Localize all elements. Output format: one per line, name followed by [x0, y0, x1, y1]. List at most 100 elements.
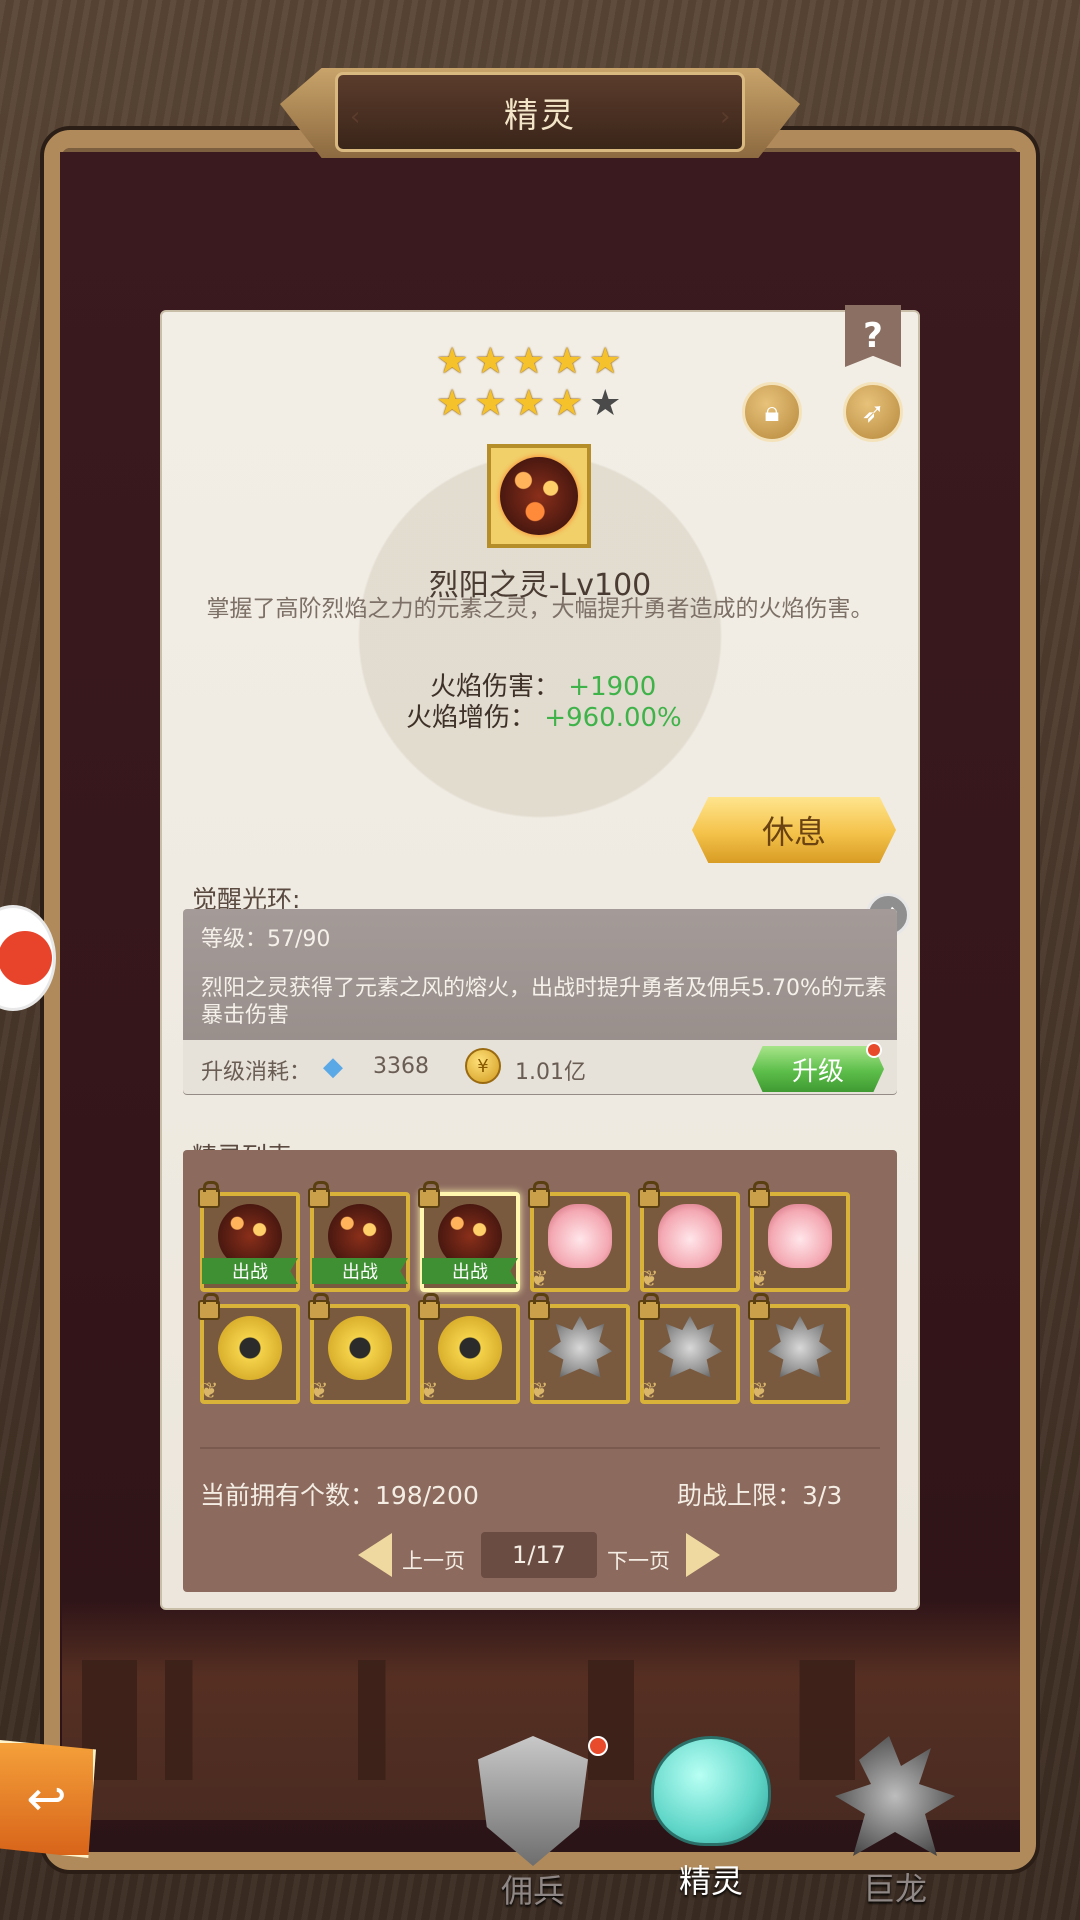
steel-spirit-icon [658, 1316, 722, 1378]
stat-label: 火焰增伤： [406, 703, 537, 733]
thunder-spirit-icon [438, 1316, 502, 1380]
star-row-top: ★ ★ ★ ★ ★ [436, 344, 621, 380]
star-icon: ★ [474, 341, 507, 382]
wing-rank-icon: ❦ [640, 1379, 659, 1404]
crystal-icon: ◆ [323, 1052, 343, 1082]
wing-rank-icon: ❦ [750, 1267, 769, 1292]
spirit-slot[interactable]: 出战 [308, 1181, 410, 1292]
spirit-slot[interactable]: ❦ [638, 1181, 740, 1292]
wing-rank-icon: ❦ [750, 1379, 769, 1404]
gold-cost: 1.01亿 [515, 1060, 586, 1085]
star-icon: ★ [512, 383, 545, 424]
star-icon: ★ [550, 383, 584, 424]
spirit-slime-icon [651, 1736, 771, 1846]
prev-page-button[interactable]: 上一页 [402, 1545, 465, 1575]
lock-icon: 🔒︎ [764, 395, 780, 428]
thunder-spirit-icon [218, 1316, 282, 1380]
lock-icon [528, 1181, 550, 1208]
mascot-icon [0, 931, 52, 985]
star-row-bottom: ★ ★ ★ ★ ★ [436, 386, 621, 422]
lock-icon [748, 1181, 770, 1208]
lock-icon [198, 1293, 220, 1320]
wing-button[interactable]: ➶ [843, 382, 903, 442]
wing-rank-icon: ❦ [310, 1379, 329, 1404]
star-icon: ★ [589, 341, 622, 382]
pink-spirit-icon [658, 1204, 722, 1268]
spirit-slot[interactable]: ❦ [748, 1293, 850, 1404]
tab-spirit[interactable]: 精灵 [636, 1736, 786, 1902]
wing-rank-icon: ❦ [530, 1379, 549, 1404]
mercenary-shield-icon [478, 1736, 588, 1866]
spirit-portrait [487, 444, 591, 548]
deploy-badge: 出战 [422, 1258, 518, 1284]
lock-icon [198, 1181, 220, 1208]
spirit-slot[interactable]: ❦ [528, 1293, 630, 1404]
spirit-slot[interactable]: ❦ [198, 1293, 300, 1404]
spirit-slot[interactable]: ❦ [418, 1293, 520, 1404]
aura-description: 烈阳之灵获得了元素之风的熔火，出战时提升勇者及佣兵5.70%的元素暴击伤害 [201, 976, 887, 1028]
tab-mercenary[interactable]: 佣兵 [458, 1736, 608, 1912]
star-icon: ★ [436, 341, 469, 382]
back-button[interactable]: ↩ [0, 1740, 96, 1858]
spirit-slot[interactable]: ❦ [308, 1293, 410, 1404]
star-icon: ★ [512, 341, 545, 382]
back-arrow-icon: ↩ [26, 1771, 67, 1827]
wing-rank-icon: ❦ [530, 1267, 549, 1292]
steel-spirit-icon [768, 1316, 832, 1378]
wing-rank-icon: ❦ [640, 1267, 659, 1292]
next-page-button[interactable]: 下一页 [607, 1545, 670, 1575]
lock-icon [418, 1293, 440, 1320]
gold-coin-icon: ¥ [465, 1048, 501, 1084]
lock-icon [748, 1293, 770, 1320]
spirit-description: 掌握了高阶烈焰之力的元素之灵，大幅提升勇者造成的火焰伤害。 [206, 596, 874, 622]
spirit-slot[interactable]: 出战 [418, 1181, 520, 1292]
chevron-right-icon: › [720, 102, 731, 132]
tab-label: 精灵 [678, 1862, 743, 1900]
lock-button[interactable]: 🔒︎ [742, 382, 802, 442]
stat-fire-boost: 火焰增伤： +960.00% [406, 697, 682, 734]
lock-icon [638, 1181, 660, 1208]
steel-spirit-icon [548, 1316, 612, 1378]
spirit-slot[interactable]: ❦ [528, 1181, 630, 1292]
star-icon: ★ [474, 383, 507, 424]
notification-dot [866, 1042, 882, 1058]
title-banner: 精灵 ‹ › [280, 50, 800, 170]
lock-icon [308, 1293, 330, 1320]
pink-spirit-icon [548, 1204, 612, 1268]
spirit-slot[interactable]: ❦ [638, 1293, 740, 1404]
page-title: 精灵 [335, 72, 745, 152]
tab-dragon[interactable]: 巨龙 [820, 1736, 970, 1910]
tab-label: 巨龙 [862, 1870, 927, 1908]
pink-spirit-icon [768, 1204, 832, 1268]
dragon-icon [835, 1736, 955, 1856]
next-page-arrow-icon[interactable] [686, 1533, 720, 1577]
tab-notification-dot [588, 1736, 608, 1756]
wing-rank-icon: ❦ [200, 1379, 219, 1404]
deploy-badge: 出战 [312, 1258, 408, 1284]
lock-icon [308, 1181, 330, 1208]
rest-button[interactable]: 休息 [692, 797, 896, 863]
star-icon: ★ [436, 383, 469, 424]
lock-icon [418, 1181, 440, 1208]
star-empty-icon: ★ [589, 383, 622, 424]
fire-spirit-icon [500, 457, 578, 535]
prev-page-arrow-icon[interactable] [358, 1533, 392, 1577]
deploy-badge: 出战 [202, 1258, 298, 1284]
spirit-slot[interactable]: ❦ [748, 1181, 850, 1292]
star-icon: ★ [550, 341, 584, 382]
owned-count: 当前拥有个数：198/200 [200, 1481, 479, 1510]
crystal-cost: 3368 [373, 1054, 429, 1079]
upgrade-button[interactable]: 升级 [752, 1046, 884, 1092]
chevron-left-icon: ‹ [350, 102, 361, 132]
tab-label: 佣兵 [500, 1872, 565, 1910]
cost-label: 升级消耗： [201, 1060, 312, 1085]
assist-limit: 助战上限：3/3 [677, 1481, 843, 1510]
spirit-slot[interactable]: 出战 [198, 1181, 300, 1292]
stat-value: +960.00% [544, 703, 682, 733]
aura-level: 等级：57/90 [201, 927, 331, 952]
lock-icon [638, 1293, 660, 1320]
page-indicator: 1/17 [481, 1532, 597, 1578]
list-divider [200, 1447, 880, 1449]
lock-icon [528, 1293, 550, 1320]
thunder-spirit-icon [328, 1316, 392, 1380]
